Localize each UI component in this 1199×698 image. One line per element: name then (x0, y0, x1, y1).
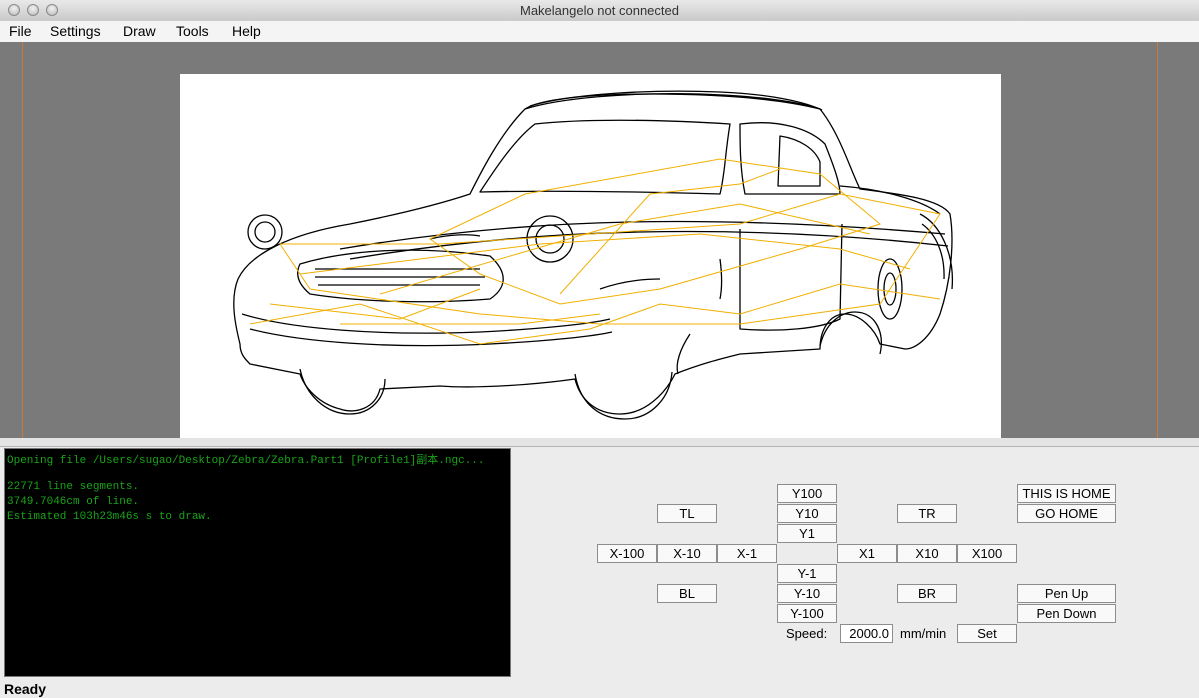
jog-x1-button[interactable]: X1 (837, 544, 897, 563)
menu-draw[interactable]: Draw (123, 23, 156, 39)
speed-input[interactable]: 2000.0 (840, 624, 893, 643)
jog-x-minus-100-button[interactable]: X-100 (597, 544, 657, 563)
jog-x-minus-10-button[interactable]: X-10 (657, 544, 717, 563)
corner-br-button[interactable]: BR (897, 584, 957, 603)
set-speed-button[interactable]: Set (957, 624, 1017, 643)
pen-up-button[interactable]: Pen Up (1017, 584, 1116, 603)
jog-y10-button[interactable]: Y10 (777, 504, 837, 523)
jog-y1-button[interactable]: Y1 (777, 524, 837, 543)
jog-x10-button[interactable]: X10 (897, 544, 957, 563)
speed-unit-label: mm/min (900, 626, 947, 641)
split-pane-divider[interactable] (0, 438, 1199, 447)
car-drawing-image (233, 90, 954, 420)
jog-y-minus-100-button[interactable]: Y-100 (777, 604, 837, 623)
corner-bl-button[interactable]: BL (657, 584, 717, 603)
pen-down-button[interactable]: Pen Down (1017, 604, 1116, 623)
corner-tl-button[interactable]: TL (657, 504, 717, 523)
log-console: Opening file /Users/sugao/Desktop/Zebra/… (4, 448, 511, 677)
title-bar: Makelangelo not connected (0, 0, 1199, 22)
machine-limit-right (1157, 42, 1158, 438)
jog-x-minus-1-button[interactable]: X-1 (717, 544, 777, 563)
log-line: Opening file /Users/sugao/Desktop/Zebra/… (7, 455, 485, 466)
log-line: 22771 line segments. (7, 481, 140, 493)
speed-label: Speed: (786, 626, 828, 641)
go-home-button[interactable]: GO HOME (1017, 504, 1116, 523)
menu-tools[interactable]: Tools (176, 23, 209, 39)
log-line: Estimated 103h23m46s s to draw. (7, 511, 212, 523)
jog-y-minus-1-button[interactable]: Y-1 (777, 564, 837, 583)
log-line: 3749.7046cm of line. (7, 496, 140, 508)
status-text: Ready (4, 681, 47, 697)
menu-help[interactable]: Help (232, 23, 261, 39)
drawing-preview[interactable] (0, 42, 1199, 438)
menu-settings[interactable]: Settings (50, 23, 101, 39)
this-is-home-button[interactable]: THIS IS HOME (1017, 484, 1116, 503)
menu-file[interactable]: File (9, 23, 32, 39)
jog-y-minus-10-button[interactable]: Y-10 (777, 584, 837, 603)
jog-y100-button[interactable]: Y100 (777, 484, 837, 503)
paper-canvas (180, 74, 1001, 438)
machine-limit-left (22, 42, 23, 438)
jog-x100-button[interactable]: X100 (957, 544, 1017, 563)
window-title: Makelangelo not connected (519, 3, 679, 18)
corner-tr-button[interactable]: TR (897, 504, 957, 523)
menu-bar: File Settings Draw Tools Help (0, 21, 1199, 43)
